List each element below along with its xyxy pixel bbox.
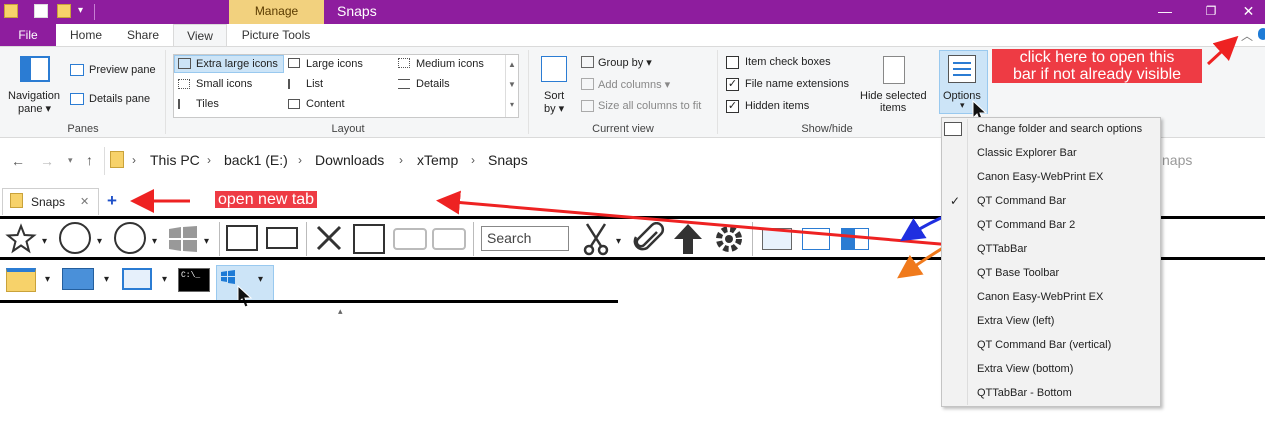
menu-item-qt-command-bar-vertical[interactable]: QT Command Bar (vertical)	[977, 339, 1111, 351]
folder-options-icon	[944, 122, 962, 136]
check-icon: ✓	[950, 194, 961, 208]
arrow-qttabbar	[436, 190, 976, 249]
menu-item-folder-options[interactable]: Change folder and search options	[977, 123, 1142, 135]
menu-item-classic-explorer-bar[interactable]: Classic Explorer Bar	[977, 147, 1077, 159]
menu-item-qt-base-toolbar[interactable]: QT Base Toolbar	[977, 267, 1059, 279]
arrow-to-ribbon-toggle	[1206, 35, 1239, 66]
menu-item-extra-view-bottom[interactable]: Extra View (bottom)	[977, 363, 1073, 375]
menu-item-canon-easy-webprint[interactable]: Canon Easy-WebPrint EX	[977, 171, 1103, 183]
menu-item-extra-view-left[interactable]: Extra View (left)	[977, 315, 1054, 327]
menu-item-qt-command-bar-2[interactable]: QT Command Bar 2	[977, 219, 1075, 231]
menu-item-qttabbar-bottom[interactable]: QTTabBar - Bottom	[977, 387, 1072, 399]
menu-item-qttabbar[interactable]: QTTabBar	[977, 243, 1027, 255]
menu-item-canon-easy-webprint-2[interactable]: Canon Easy-WebPrint EX	[977, 291, 1103, 303]
menu-gutter	[967, 119, 968, 405]
menu-item-qt-command-bar[interactable]: QT Command Bar	[977, 195, 1066, 207]
